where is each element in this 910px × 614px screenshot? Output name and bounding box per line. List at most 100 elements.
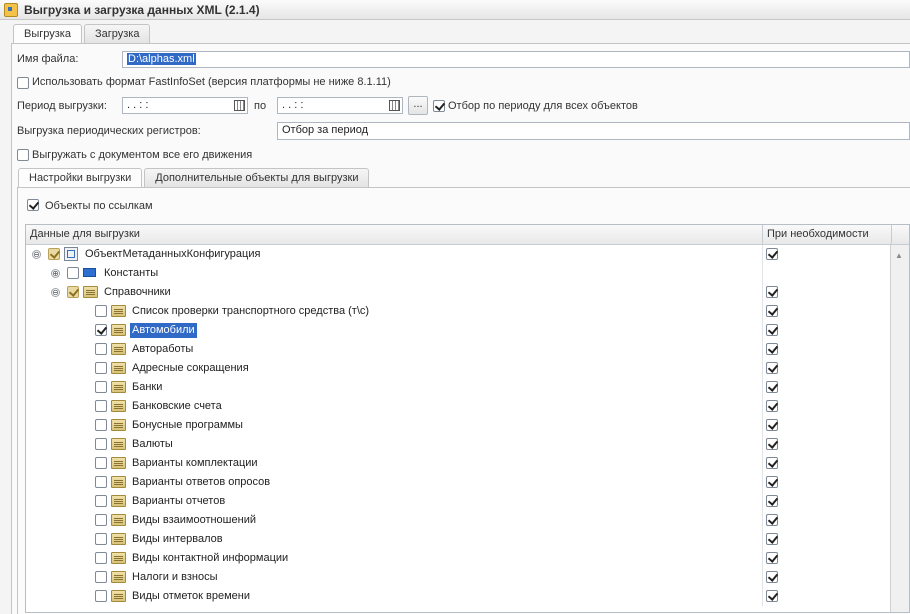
- tree-row[interactable]: ⊖ Справочники: [26, 283, 891, 302]
- expand-icon[interactable]: ⊕: [51, 269, 60, 278]
- collapse-icon[interactable]: ⊖: [32, 250, 41, 259]
- row-label[interactable]: Банковские счета: [130, 399, 224, 414]
- calendar-icon[interactable]: [234, 100, 245, 111]
- row-label[interactable]: Константы: [102, 266, 160, 281]
- tab-additional-objects[interactable]: Дополнительные объекты для выгрузки: [144, 168, 370, 187]
- row-needed-checkbox[interactable]: [766, 324, 778, 336]
- collapse-icon[interactable]: ⊖: [51, 288, 60, 297]
- movements-checkbox[interactable]: [17, 149, 29, 161]
- scroll-up-icon[interactable]: ▲: [895, 251, 903, 260]
- tab-export[interactable]: Выгрузка: [13, 24, 82, 44]
- row-needed-checkbox[interactable]: [766, 343, 778, 355]
- fastinfoset-checkbox[interactable]: [17, 77, 29, 89]
- row-label[interactable]: Справочники: [102, 285, 173, 300]
- tree-row[interactable]: Валюты: [26, 435, 891, 454]
- tree-row[interactable]: ⊖ ОбъектМетаданныхКонфигурация: [26, 245, 891, 264]
- row-needed-checkbox[interactable]: [766, 362, 778, 374]
- row-export-checkbox[interactable]: [95, 419, 107, 431]
- row-needed-checkbox[interactable]: [766, 590, 778, 602]
- row-export-checkbox[interactable]: [67, 267, 79, 279]
- tree-row[interactable]: Банковские счета: [26, 397, 891, 416]
- row-export-checkbox[interactable]: [95, 476, 107, 488]
- row-label[interactable]: Автоработы: [130, 342, 195, 357]
- column-data-header[interactable]: Данные для выгрузки: [26, 225, 762, 244]
- row-needed-checkbox[interactable]: [766, 571, 778, 583]
- tree-row[interactable]: Виды интервалов: [26, 530, 891, 549]
- row-export-checkbox[interactable]: [95, 552, 107, 564]
- title-bar: Выгрузка и загрузка данных XML (2.1.4): [0, 0, 910, 20]
- tree-row[interactable]: Виды контактной информации: [26, 549, 891, 568]
- row-label[interactable]: Виды контактной информации: [130, 551, 290, 566]
- row-export-checkbox[interactable]: [95, 381, 107, 393]
- row-needed-checkbox[interactable]: [766, 438, 778, 450]
- row-label[interactable]: ОбъектМетаданныхКонфигурация: [83, 247, 262, 262]
- objects-by-ref-icon[interactable]: [27, 197, 41, 211]
- tree-row[interactable]: Бонусные программы: [26, 416, 891, 435]
- row-needed-checkbox[interactable]: [766, 248, 778, 260]
- row-label[interactable]: Виды взаимоотношений: [130, 513, 258, 528]
- tree-row[interactable]: Виды отметок времени: [26, 587, 891, 606]
- row-label[interactable]: Бонусные программы: [130, 418, 245, 433]
- column-separator: [762, 511, 763, 530]
- row-needed-checkbox[interactable]: [766, 457, 778, 469]
- row-needed-checkbox[interactable]: [766, 400, 778, 412]
- row-label[interactable]: Автомобили: [130, 323, 197, 338]
- tree-row[interactable]: Банки: [26, 378, 891, 397]
- tree-row[interactable]: ⊕ Константы: [26, 264, 891, 283]
- vertical-scrollbar[interactable]: ▲: [890, 245, 909, 612]
- row-export-checkbox[interactable]: [95, 590, 107, 602]
- row-label[interactable]: Адресные сокращения: [130, 361, 251, 376]
- period-from-input[interactable]: . . : :: [122, 97, 248, 114]
- row-label[interactable]: Варианты ответов опросов: [130, 475, 272, 490]
- tree-row[interactable]: Виды взаимоотношений: [26, 511, 891, 530]
- tab-import[interactable]: Загрузка: [83, 24, 151, 43]
- registers-select[interactable]: Отбор за период: [277, 122, 910, 140]
- row-needed-checkbox[interactable]: [766, 533, 778, 545]
- row-needed-checkbox[interactable]: [766, 552, 778, 564]
- period-to-input[interactable]: . . : :: [277, 97, 403, 114]
- row-label[interactable]: Виды отметок времени: [130, 589, 252, 604]
- row-export-checkbox[interactable]: [95, 495, 107, 507]
- row-export-checkbox[interactable]: [48, 248, 60, 260]
- tree-row[interactable]: Варианты отчетов: [26, 492, 891, 511]
- calendar-icon[interactable]: [389, 100, 400, 111]
- row-export-checkbox[interactable]: [95, 457, 107, 469]
- row-label[interactable]: Список проверки транспортного средства (…: [130, 304, 371, 319]
- row-export-checkbox[interactable]: [95, 514, 107, 526]
- row-export-checkbox[interactable]: [95, 305, 107, 317]
- tree-row[interactable]: Варианты ответов опросов: [26, 473, 891, 492]
- objects-by-ref-label[interactable]: Объекты по ссылкам: [45, 200, 153, 212]
- tab-export-settings[interactable]: Настройки выгрузки: [18, 168, 143, 188]
- row-label[interactable]: Варианты комплектации: [130, 456, 260, 471]
- row-export-checkbox[interactable]: [95, 533, 107, 545]
- tree-row[interactable]: Варианты комплектации: [26, 454, 891, 473]
- row-export-checkbox[interactable]: [95, 438, 107, 450]
- row-label[interactable]: Варианты отчетов: [130, 494, 227, 509]
- row-needed-checkbox[interactable]: [766, 514, 778, 526]
- row-export-checkbox[interactable]: [95, 362, 107, 374]
- row-export-checkbox[interactable]: [67, 286, 79, 298]
- tree-row[interactable]: Адресные сокращения: [26, 359, 891, 378]
- row-label[interactable]: Валюты: [130, 437, 175, 452]
- row-label[interactable]: Виды интервалов: [130, 532, 225, 547]
- row-needed-checkbox[interactable]: [766, 286, 778, 298]
- row-export-checkbox[interactable]: [95, 343, 107, 355]
- row-label[interactable]: Налоги и взносы: [130, 570, 220, 585]
- row-label[interactable]: Банки: [130, 380, 164, 395]
- row-export-checkbox[interactable]: [95, 400, 107, 412]
- period-select-button[interactable]: ...: [408, 96, 428, 115]
- row-needed-checkbox[interactable]: [766, 305, 778, 317]
- row-needed-checkbox[interactable]: [766, 381, 778, 393]
- row-export-checkbox[interactable]: [95, 324, 107, 336]
- tree-row[interactable]: Налоги и взносы: [26, 568, 891, 587]
- row-needed-checkbox[interactable]: [766, 495, 778, 507]
- column-needed-header[interactable]: При необходимости: [763, 225, 891, 244]
- file-name-input[interactable]: D:\alphas.xml: [122, 51, 910, 68]
- row-needed-checkbox[interactable]: [766, 476, 778, 488]
- row-export-checkbox[interactable]: [95, 571, 107, 583]
- tree-row[interactable]: Автоработы: [26, 340, 891, 359]
- tree-row[interactable]: Список проверки транспортного средства (…: [26, 302, 891, 321]
- tree-row[interactable]: Автомобили: [26, 321, 891, 340]
- row-needed-checkbox[interactable]: [766, 419, 778, 431]
- filter-period-checkbox[interactable]: [433, 100, 445, 112]
